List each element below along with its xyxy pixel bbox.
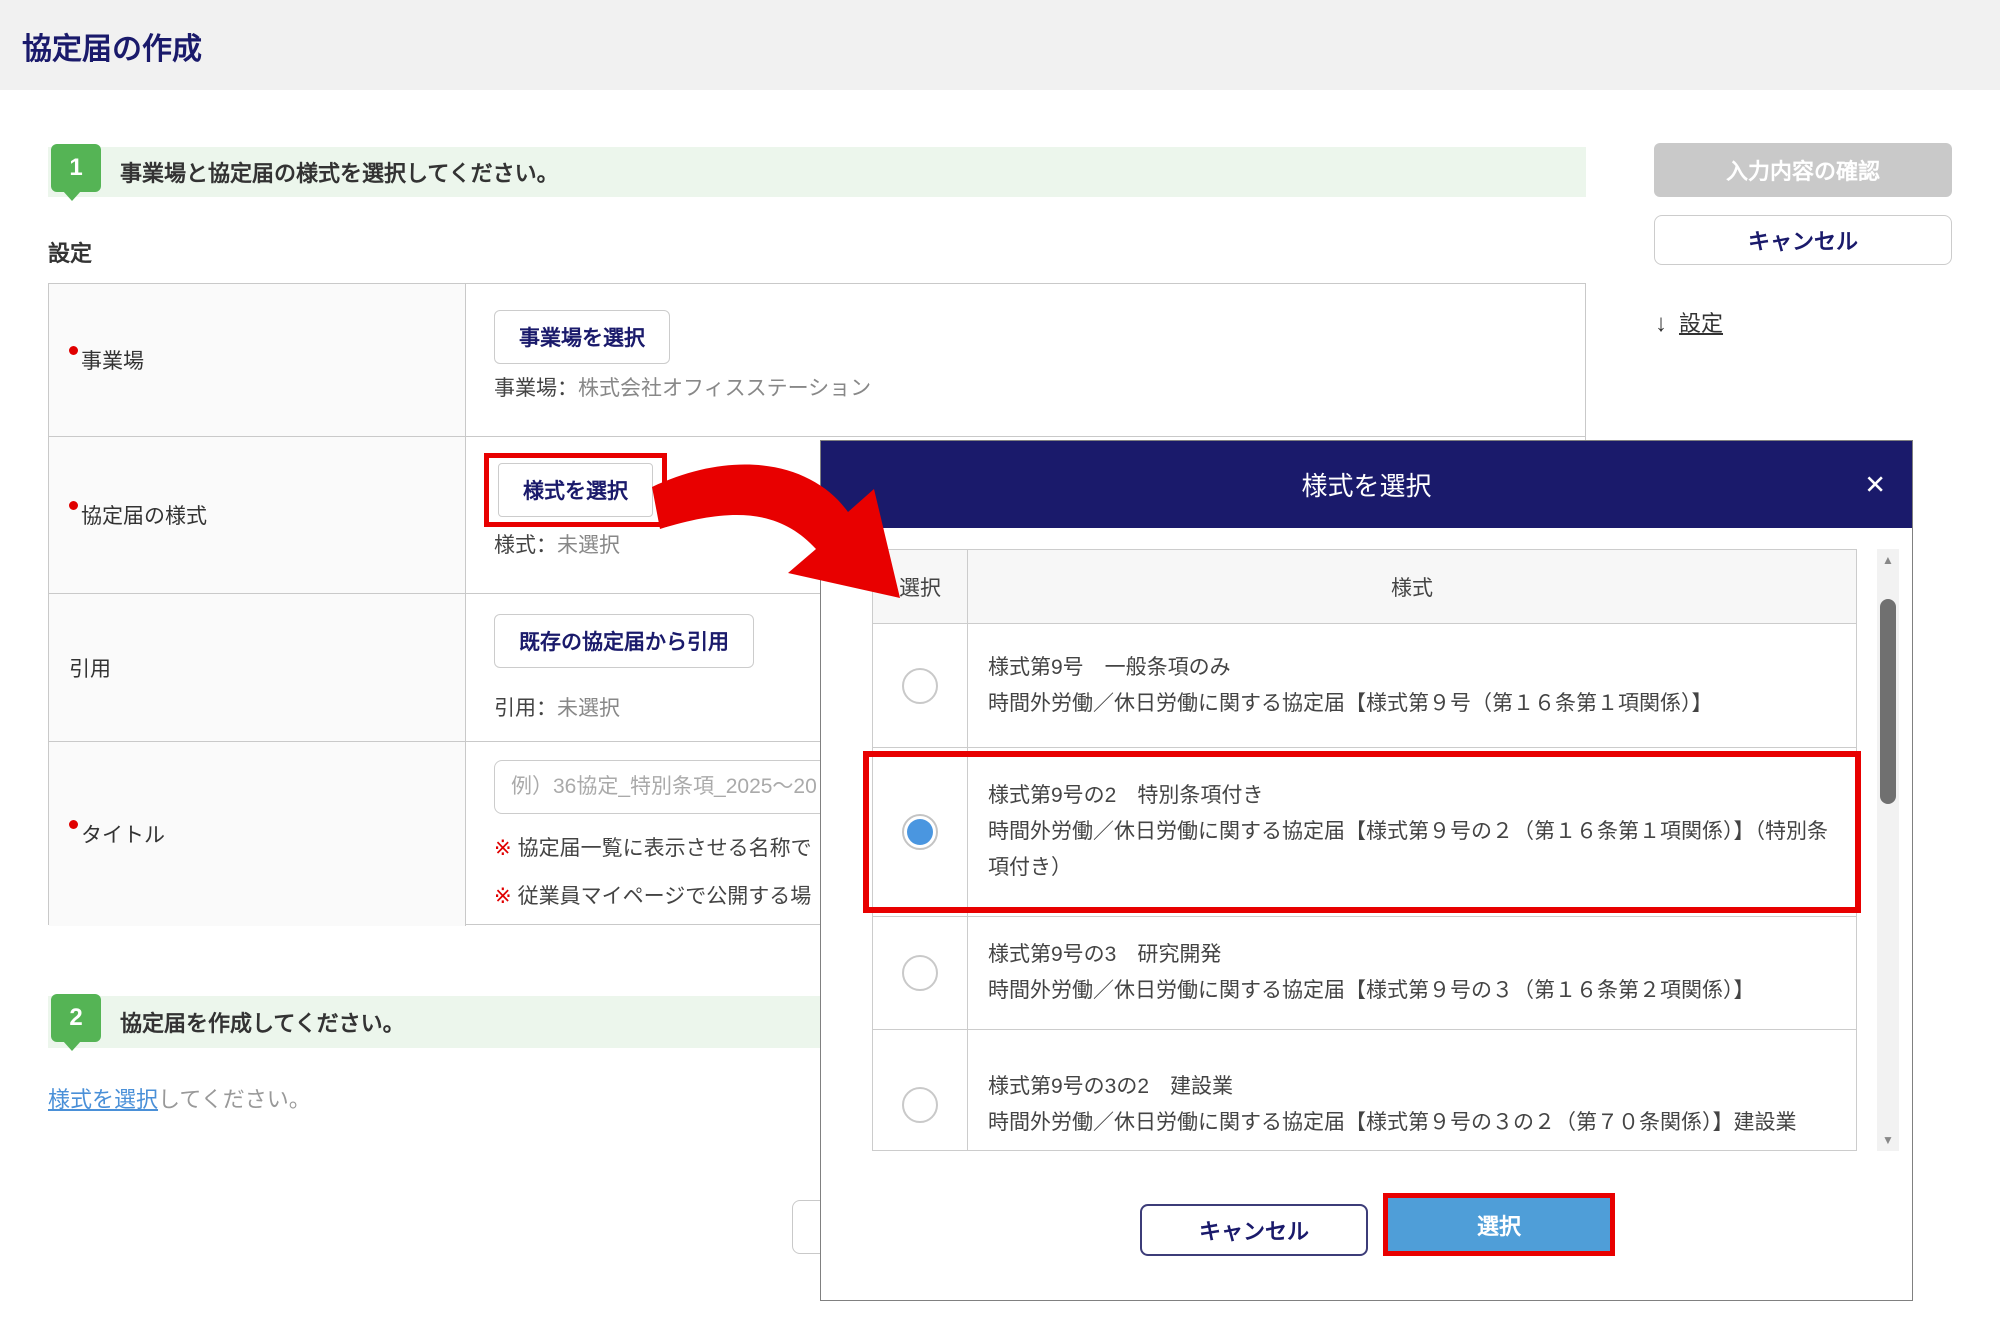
cancel-button[interactable]: キャンセル <box>1654 215 1952 265</box>
modal-cancel-button[interactable]: キャンセル <box>1140 1204 1368 1256</box>
row-label: 事業場 <box>49 284 466 436</box>
column-header-select: 選択 <box>873 550 968 623</box>
step1-instruction: 事業場と協定届の様式を選択してください。 <box>120 161 559 186</box>
select-format-link[interactable]: 様式を選択 <box>48 1087 158 1112</box>
workplace-value: 事業場：株式会社オフィスステーション <box>494 377 872 400</box>
option-description: 時間外労働／休日労働に関する協定届【様式第９号の２（第１６条第１項関係）】（特別… <box>988 820 1828 879</box>
format-option-row[interactable]: 様式第9号 一般条項のみ 時間外労働／休日労働に関する協定届【様式第９号（第１６… <box>873 624 1856 748</box>
step1-banner: 事業場と協定届の様式を選択してください。 <box>48 147 1586 197</box>
select-button-annotation-frame: 選択 <box>1383 1193 1615 1256</box>
required-marker <box>69 500 78 510</box>
quote-value: 引用：未選択 <box>494 697 620 720</box>
radio-selected[interactable] <box>902 814 938 850</box>
select-workplace-button[interactable]: 事業場を選択 <box>494 310 670 364</box>
scroll-up-icon[interactable]: ▲ <box>1877 553 1899 567</box>
option-description: 時間外労働／休日労働に関する協定届【様式第９号の３の２（第７０条関係）】建設業 <box>988 1111 1797 1134</box>
down-arrow-icon: ↓ <box>1655 310 1667 337</box>
modal-select-button[interactable]: 選択 <box>1388 1198 1610 1251</box>
step2-instruction: 協定届を作成してください。 <box>120 1011 405 1036</box>
step1-number-badge: 1 <box>51 144 101 201</box>
select-format-button[interactable]: 様式を選択 <box>498 463 653 517</box>
row-label: 引用 <box>49 594 466 741</box>
settings-jump-link[interactable]: ↓ 設定 <box>1655 306 1723 338</box>
title-note-1: ※ 協定届一覧に表示させる名称で <box>494 837 812 860</box>
table-row-workplace: 事業場 事業場を選択 事業場：株式会社オフィスステーション <box>49 284 1585 436</box>
modal-scrollbar[interactable]: ▲ ▼ <box>1877 549 1899 1151</box>
column-header-format: 様式 <box>1391 576 1433 600</box>
close-icon[interactable]: ✕ <box>1864 469 1886 500</box>
format-option-row[interactable]: 様式第9号の3の2 建設業 時間外労働／休日労働に関する協定届【様式第９号の３の… <box>873 1030 1856 1150</box>
step2-helper-line: 様式を選択してください。 <box>48 1087 311 1112</box>
option-description: 時間外労働／休日労働に関する協定届【様式第９号の３（第１６条第２項関係）】 <box>988 979 1755 1002</box>
format-button-annotation-frame: 様式を選択 <box>484 453 667 527</box>
format-options-table: 選択 様式 様式第9号 一般条項のみ 時間外労働／休日労働に関する協定届【様式第… <box>872 549 1857 1151</box>
radio-unselected[interactable] <box>902 1087 938 1123</box>
required-marker <box>69 345 78 355</box>
modal-header: 様式を選択 ✕ <box>821 441 1912 528</box>
page-title: 協定届の作成 <box>22 33 202 66</box>
option-description: 時間外労働／休日労働に関する協定届【様式第９号（第１６条第１項関係）】 <box>988 691 1713 715</box>
page-header-bar: 協定届の作成 <box>0 0 2000 90</box>
option-name: 様式第9号の3 研究開発 <box>988 943 1222 966</box>
title-note-2: ※ 従業員マイページで公開する場 <box>494 885 812 908</box>
option-name: 様式第9号 一般条項のみ <box>988 655 1231 679</box>
row-label: 協定届の様式 <box>49 437 466 593</box>
settings-section-heading: 設定 <box>48 241 93 266</box>
radio-unselected[interactable] <box>902 667 938 704</box>
format-select-modal: 様式を選択 ✕ 選択 様式 様式第9号 一般条項のみ 時間外労働／休日労働に関す… <box>820 440 1913 1301</box>
option-name: 様式第9号の3の2 建設業 <box>988 1075 1234 1098</box>
row-label: タイトル <box>49 742 466 926</box>
required-marker <box>69 819 78 829</box>
modal-title: 様式を選択 <box>1301 471 1432 501</box>
step2-number-badge: 2 <box>51 994 101 1051</box>
radio-unselected[interactable] <box>902 955 938 991</box>
format-option-row-selected[interactable]: 様式第9号の2 特別条項付き 時間外労働／休日労働に関する協定届【様式第９号の２… <box>873 748 1856 917</box>
scroll-down-icon[interactable]: ▼ <box>1877 1133 1899 1147</box>
scrollbar-thumb[interactable] <box>1880 599 1896 804</box>
option-name: 様式第9号の2 特別条項付き <box>988 784 1264 807</box>
quote-existing-button[interactable]: 既存の協定届から引用 <box>494 614 754 668</box>
format-option-row[interactable]: 様式第9号の3 研究開発 時間外労働／休日労働に関する協定届【様式第９号の３（第… <box>873 917 1856 1030</box>
options-header-row: 選択 様式 <box>873 550 1856 624</box>
format-value: 様式：未選択 <box>494 534 620 557</box>
confirm-input-button[interactable]: 入力内容の確認 <box>1654 143 1952 197</box>
